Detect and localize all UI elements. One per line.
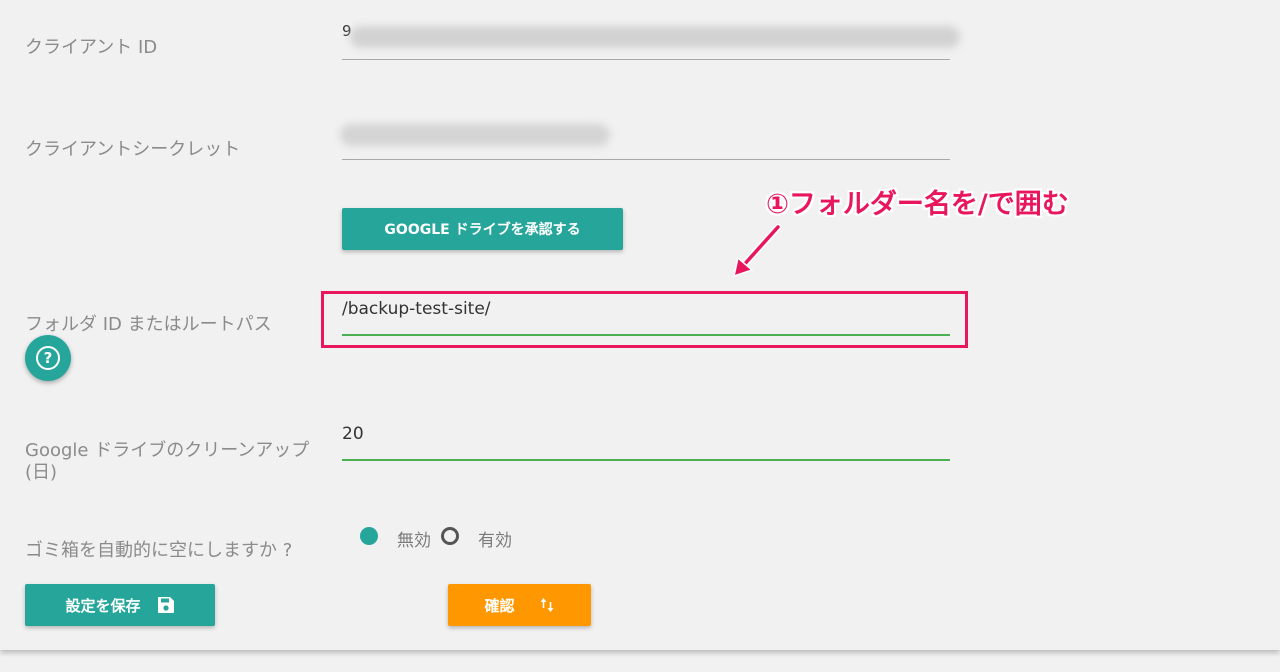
client-secret-input[interactable] xyxy=(342,159,950,160)
annotation-text: ①フォルダー名を/で囲む xyxy=(766,189,1069,220)
cleanup-days-value: 20 xyxy=(342,424,364,444)
radio-enabled-label: 有効 xyxy=(478,531,512,551)
radio-disabled-label: 無効 xyxy=(397,531,431,551)
save-settings-button[interactable]: 設定を保存 xyxy=(25,584,215,626)
client-secret-redaction xyxy=(340,124,610,146)
floppy-disk-icon xyxy=(157,597,174,613)
client-id-input[interactable] xyxy=(342,59,950,60)
swap-vertical-icon xyxy=(540,598,553,612)
client-id-redaction xyxy=(350,26,960,48)
authorize-google-drive-button[interactable]: GOOGLE ドライブを承認する xyxy=(342,208,623,250)
annotation-highlight-box xyxy=(321,291,968,348)
annotation-arrow xyxy=(732,223,782,278)
empty-trash-label: ゴミ箱を自動的に空にしますか ? xyxy=(25,540,293,561)
help-button[interactable]: ? xyxy=(25,335,71,381)
client-secret-label: クライアントシークレット xyxy=(25,139,241,160)
client-id-label: クライアント ID xyxy=(25,37,158,58)
confirm-button-label: 確認 xyxy=(484,596,515,615)
question-circle-icon: ? xyxy=(36,346,60,370)
settings-page: クライアント ID 9 クライアントシークレット GOOGLE ドライブを承認す… xyxy=(0,0,1280,672)
radio-disabled[interactable] xyxy=(360,527,378,545)
radio-enabled[interactable] xyxy=(441,527,459,545)
confirm-button[interactable]: 確認 xyxy=(448,584,591,626)
authorize-button-label: GOOGLE ドライブを承認する xyxy=(384,222,581,238)
folder-id-label: フォルダ ID またはルートパス xyxy=(25,314,272,335)
save-button-label: 設定を保存 xyxy=(65,596,141,615)
cleanup-days-input[interactable] xyxy=(342,459,950,461)
cleanup-days-label: Google ドライブのクリーンアップ (日) xyxy=(25,440,310,483)
